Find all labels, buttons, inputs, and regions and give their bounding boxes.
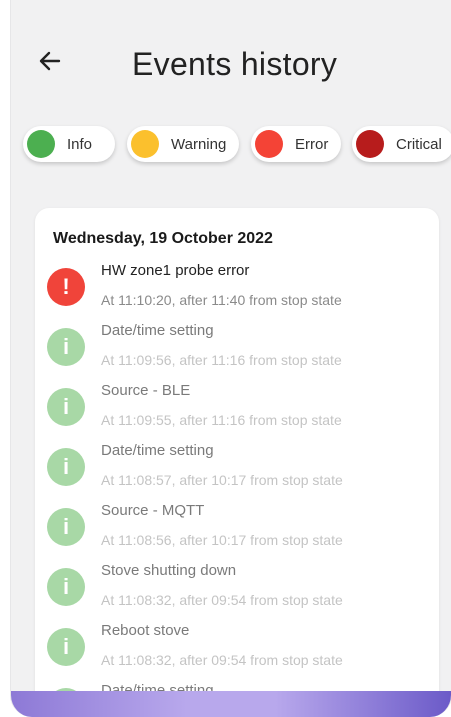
event-title: Date/time setting (101, 322, 214, 339)
info-icon: i (47, 388, 85, 426)
events-card: Wednesday, 19 October 2022 ! HW zone1 pro… (35, 208, 439, 717)
info-icon: i (47, 448, 85, 486)
event-row[interactable]: ! HW zone1 probe error At 11:10:20, after … (35, 260, 439, 320)
info-icon: i (47, 508, 85, 546)
back-button[interactable] (37, 48, 63, 74)
event-row[interactable]: i Source - MQTT At 11:08:56, after 10:17 f… (35, 500, 439, 560)
event-detail: At 11:08:32, after 09:54 from stop state (101, 652, 343, 668)
info-icon: i (47, 628, 85, 666)
event-detail: At 11:09:56, after 11:16 from stop state (101, 352, 342, 368)
filter-chip-error[interactable]: Error (251, 126, 341, 162)
page-title: Events history (132, 46, 338, 82)
filter-chip-label: Error (295, 135, 329, 153)
event-title: Reboot stove (101, 622, 190, 639)
info-icon: i (47, 568, 85, 606)
app-screen: Events history Info Warning Error Critic… (10, 0, 451, 717)
header: Events history (11, 28, 451, 98)
event-detail: At 11:08:56, after 10:17 from stop state (101, 532, 343, 548)
filter-chip-warning[interactable]: Warning (127, 126, 239, 162)
filter-chip-critical[interactable]: Critical (352, 126, 451, 162)
critical-dot-icon (356, 130, 384, 158)
bottom-bar (11, 691, 451, 717)
event-detail: At 11:08:57, after 10:17 from stop state (101, 472, 343, 488)
filter-chip-info[interactable]: Info (23, 126, 115, 162)
event-row[interactable]: i Date/time setting At 11:09:56, after 11:… (35, 320, 439, 380)
arrow-left-icon (39, 51, 61, 71)
day-heading: Wednesday, 19 October 2022 (53, 230, 273, 247)
info-dot-icon (27, 130, 55, 158)
filter-chips: Info Warning Error Critical (23, 126, 451, 166)
event-title: HW zone1 probe error (101, 262, 250, 279)
filter-chip-label: Critical (396, 135, 442, 153)
event-title: Source - BLE (101, 382, 191, 399)
info-icon: i (47, 328, 85, 366)
error-icon: ! (47, 268, 85, 306)
warning-dot-icon (131, 130, 159, 158)
event-row[interactable]: i Source - BLE At 11:09:55, after 11:16 fr… (35, 380, 439, 440)
event-detail: At 11:08:32, after 09:54 from stop state (101, 592, 343, 608)
filter-chip-label: Info (67, 135, 93, 153)
event-title: Date/time setting (101, 442, 214, 459)
event-row[interactable]: i Reboot stove At 11:08:32, after 09:54 fr… (35, 620, 439, 680)
filter-chip-label: Warning (171, 135, 227, 153)
error-dot-icon (255, 130, 283, 158)
event-title: Stove shutting down (101, 562, 237, 579)
event-title: Source - MQTT (101, 502, 205, 519)
event-detail: At 11:09:55, after 11:16 from stop state (101, 412, 342, 428)
event-row[interactable]: i Date/time setting At 11:08:57, after 10:… (35, 440, 439, 500)
event-detail: At 11:10:20, after 11:40 from stop state (101, 292, 342, 308)
event-row[interactable]: i Stove shutting down At 11:08:32, after 0… (35, 560, 439, 620)
